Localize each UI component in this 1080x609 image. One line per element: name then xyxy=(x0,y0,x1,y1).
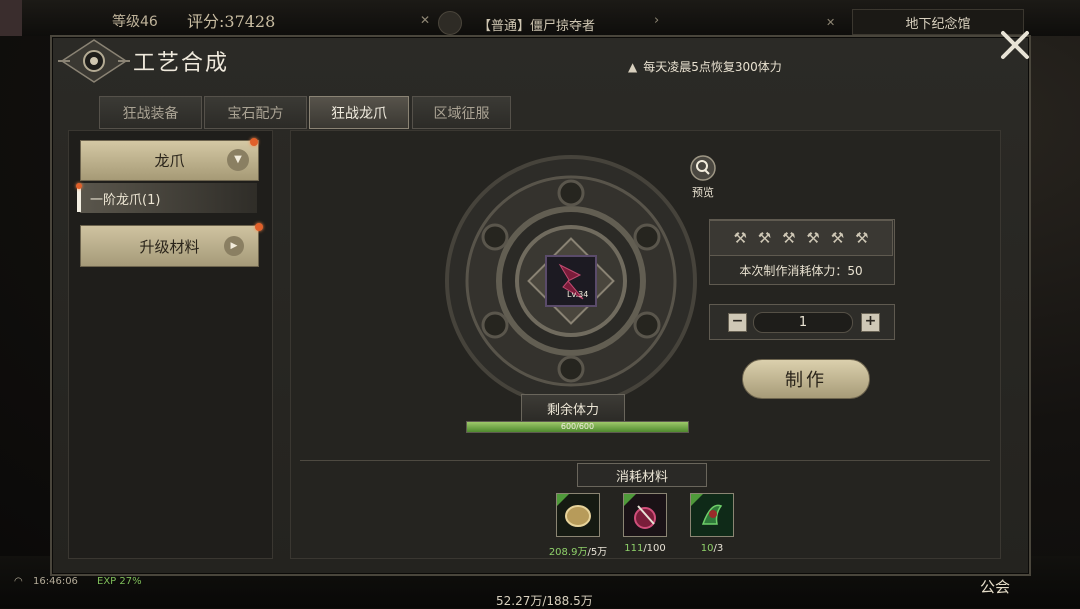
tab-berserk-claw[interactable]: 狂战龙爪 xyxy=(309,96,409,129)
category-label: 龙爪 xyxy=(154,152,185,170)
remaining-stamina-label: 剩余体力 xyxy=(521,394,625,422)
stamina-notice: ▲ 每天凌晨5点恢复300体力 xyxy=(628,58,782,75)
chat-portrait xyxy=(438,11,462,35)
preview-button[interactable]: 预览 xyxy=(686,155,720,199)
gold-counter: 52.27万/188.5万 xyxy=(496,594,593,608)
divider xyxy=(300,460,990,461)
chat-expand-icon[interactable]: › xyxy=(654,13,659,28)
play-icon: ▶ xyxy=(224,236,244,256)
wrench-icon: ⚒ xyxy=(855,229,869,247)
quantity-value[interactable]: 1 xyxy=(753,312,853,333)
item-level: Lv.34 xyxy=(567,290,589,299)
wifi-icon: ◠ xyxy=(14,576,23,587)
wrench-icon: ⚒ xyxy=(733,229,747,247)
material-need: /3 xyxy=(713,543,724,554)
potion-icon xyxy=(624,494,666,536)
magnifier-icon xyxy=(690,155,716,181)
close-icon[interactable] xyxy=(998,28,1032,62)
sidebar-item-label: 一阶龙爪(1) xyxy=(90,192,161,208)
wrench-icon: ⚒ xyxy=(757,229,772,247)
stamina-value: 600/600 xyxy=(560,422,595,431)
tab-gem-recipe[interactable]: 宝石配方 xyxy=(204,96,307,129)
material-have: 10 xyxy=(700,543,714,554)
upgrade-materials-button[interactable]: 升级材料 ▶ xyxy=(80,225,259,267)
material-slot-potion[interactable] xyxy=(623,493,667,537)
minimap-close-icon[interactable]: ✕ xyxy=(826,16,835,29)
selected-indicator xyxy=(77,186,81,212)
decrease-button[interactable]: − xyxy=(728,313,747,332)
material-slot-herb[interactable] xyxy=(690,493,734,537)
material-have: 208.9万 xyxy=(548,547,588,558)
wrench-icon: ⚒ xyxy=(782,229,796,247)
notification-dot xyxy=(250,138,258,146)
guild-button[interactable]: 公会 xyxy=(980,576,1010,597)
notice-text: 每天凌晨5点恢复300体力 xyxy=(643,60,782,74)
make-button[interactable]: 制作 xyxy=(742,359,870,399)
material-slot-coin[interactable] xyxy=(556,493,600,537)
tools-strip: ⚒ ⚒ ⚒ ⚒ ⚒ ⚒ xyxy=(709,220,893,256)
increase-button[interactable]: + xyxy=(861,313,880,332)
materials-header: 消耗材料 xyxy=(577,463,707,487)
player-level: 等级46 xyxy=(112,14,158,30)
chat-close-icon[interactable]: ✕ xyxy=(420,13,430,27)
clock-time: 16:46:06 xyxy=(33,576,78,587)
sidebar-item-tier1-claw[interactable]: 一阶龙爪(1) xyxy=(80,183,257,213)
player-avatar[interactable] xyxy=(0,0,22,36)
panel-emblem-icon xyxy=(58,39,130,83)
preview-label: 预览 xyxy=(692,186,714,199)
notification-dot xyxy=(76,183,82,189)
wrench-icon: ⚒ xyxy=(806,229,820,247)
craft-gear-wheel xyxy=(445,155,697,407)
panel-title: 工艺合成 xyxy=(133,51,230,76)
chat-message[interactable]: 【普通】僵尸掠夺者 xyxy=(478,15,595,34)
exp-text: EXP 27% xyxy=(97,576,142,587)
notification-dot xyxy=(255,223,263,231)
material-count-herb: 10/3 xyxy=(672,543,752,554)
stamina-bar: 600/600 xyxy=(466,421,689,433)
wrench-icon: ⚒ xyxy=(830,229,845,247)
herb-icon xyxy=(691,494,733,536)
coin-icon xyxy=(557,494,599,536)
material-have: 111 xyxy=(624,543,644,554)
chevron-down-icon: ▼ xyxy=(227,149,249,171)
material-need: /100 xyxy=(643,543,666,554)
warning-icon: ▲ xyxy=(628,59,638,74)
tab-berserk-gear[interactable]: 狂战装备 xyxy=(99,96,202,129)
stamina-cost: 本次制作消耗体力：50 xyxy=(739,263,863,278)
player-score: 评分:37428 xyxy=(187,12,276,31)
upgrade-label: 升级材料 xyxy=(139,237,200,256)
category-dropdown[interactable]: 龙爪 ▼ xyxy=(80,140,259,181)
quantity-stepper: − 1 + xyxy=(709,304,895,340)
tab-region-conquest[interactable]: 区域征服 xyxy=(412,96,511,129)
